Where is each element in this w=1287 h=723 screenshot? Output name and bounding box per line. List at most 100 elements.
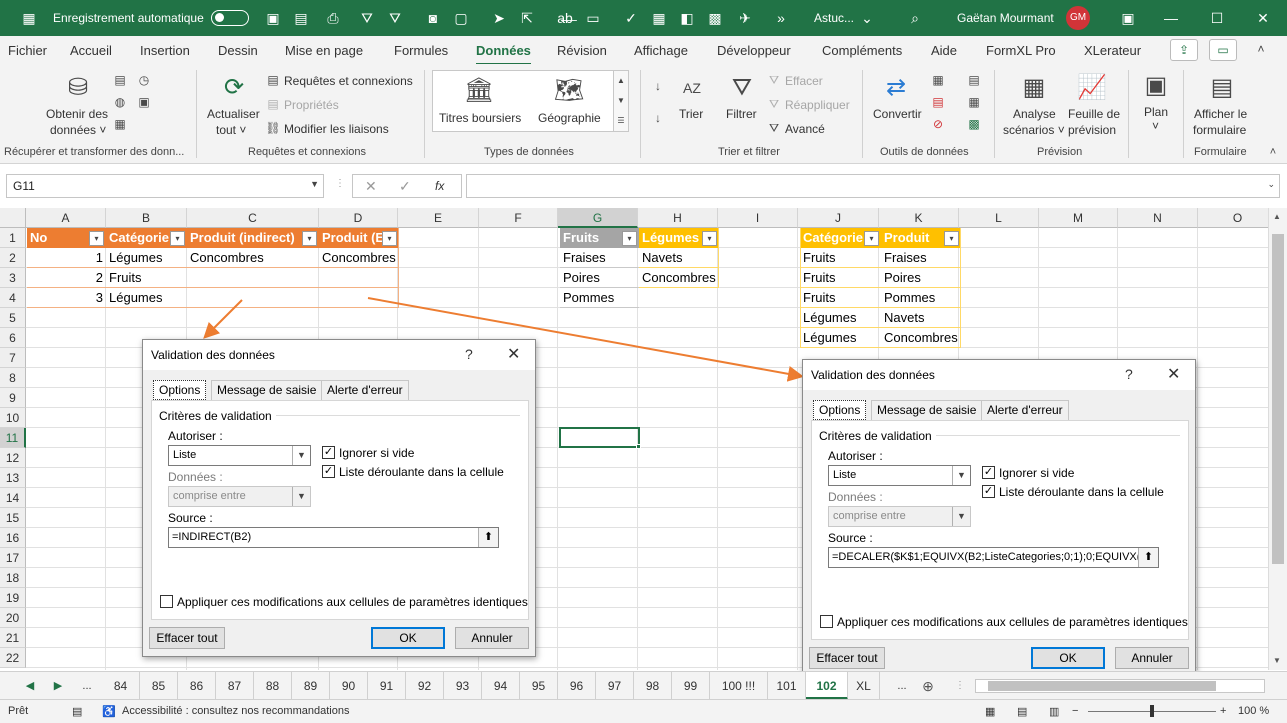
user-name[interactable]: Gaëtan Mourmant — [957, 11, 1054, 25]
autosave-toggle[interactable] — [211, 10, 249, 26]
cancel-button[interactable]: Annuler — [455, 627, 529, 649]
sheet-tab-96[interactable]: 96 — [558, 672, 596, 700]
checkerboard-icon[interactable]: ▩ — [706, 9, 724, 27]
borders-icon[interactable]: ▭ — [584, 9, 602, 27]
show-form-button-2[interactable]: formulaire — [1193, 123, 1246, 137]
consolidate-icon[interactable]: ▤ — [966, 72, 982, 88]
insert-function-icon[interactable]: fx — [435, 179, 444, 193]
tab-alerte-erreur[interactable]: Alerte d'erreur — [981, 400, 1069, 420]
allow-select[interactable]: Liste ▼ — [828, 465, 971, 486]
source-input[interactable]: =DECALER($K$1;EQUIVX(B2;ListeCategories;… — [828, 547, 1159, 568]
title-dropdown-icon[interactable]: ⌄ — [858, 9, 876, 27]
geography-button[interactable]: Géographie — [538, 111, 601, 125]
search-icon[interactable]: ⌕ — [906, 9, 924, 27]
sheet-tab-92[interactable]: 92 — [406, 672, 444, 700]
recent-sources-icon[interactable]: ◷ — [136, 72, 152, 88]
text-to-columns-icon[interactable]: ⇄ — [880, 72, 912, 104]
sheet-tab-90[interactable]: 90 — [330, 672, 368, 700]
save-icon[interactable]: ▣ — [264, 9, 282, 27]
page-layout-icon[interactable]: ▤ — [1017, 705, 1027, 718]
zoom-slider-thumb[interactable] — [1150, 705, 1154, 717]
refresh-all-label-2[interactable]: tout ˅ — [216, 123, 246, 137]
name-box[interactable]: G11 ▼ — [6, 174, 324, 198]
relationships-icon[interactable]: ▦ — [966, 94, 982, 110]
collapse-dialog-icon[interactable]: ⬆ — [478, 528, 498, 547]
forecast-button[interactable]: Feuille de — [1068, 107, 1120, 121]
sort-az-icon[interactable]: ↓ — [650, 78, 666, 94]
database-icon[interactable]: ⛁ — [62, 72, 94, 104]
horizontal-scrollbar[interactable] — [975, 679, 1265, 693]
avatar[interactable]: GM — [1066, 6, 1090, 30]
tab-fichier[interactable]: Fichier — [8, 43, 47, 58]
minimize-button[interactable]: — — [1148, 0, 1194, 36]
dialog-titlebar[interactable]: Validation des données ? ✕ — [143, 340, 535, 370]
from-web-icon[interactable]: ◍ — [112, 94, 128, 110]
zoom-level[interactable]: 100 % — [1238, 705, 1269, 717]
advanced-button[interactable]: Avancé — [785, 122, 825, 136]
sheet-tab-91[interactable]: 91 — [368, 672, 406, 700]
in-cell-dropdown-checkbox[interactable]: ✓ — [322, 465, 335, 478]
what-if-button-2[interactable]: scénarios ˅ — [1003, 123, 1065, 137]
sheet-tab-88[interactable]: 88 — [254, 672, 292, 700]
page-break-icon[interactable]: ▥ — [1049, 705, 1059, 718]
tab-options[interactable]: Options — [813, 400, 867, 420]
sheet-tab-89[interactable]: 89 — [292, 672, 330, 700]
chevron-down-icon[interactable]: ▼ — [292, 446, 310, 465]
camera-icon[interactable]: ◙ — [424, 9, 442, 27]
formula-input[interactable]: ⌄ — [466, 174, 1280, 198]
outline-button[interactable]: Plan — [1144, 105, 1168, 119]
tab-donnees[interactable]: Données — [476, 43, 531, 66]
zoom-out-icon[interactable]: − — [1072, 705, 1078, 717]
tab-complements[interactable]: Compléments — [822, 43, 902, 58]
close-icon[interactable]: ✕ — [1167, 364, 1180, 384]
outline-arrow[interactable]: ˅ — [1152, 119, 1159, 133]
apply-all-checkbox[interactable] — [160, 595, 173, 608]
close-button[interactable]: ✕ — [1240, 0, 1286, 36]
convert-button[interactable]: Convertir — [873, 107, 922, 121]
table-icon[interactable]: ▦ — [650, 9, 668, 27]
sheet-ellipsis-left[interactable]: ... — [76, 672, 98, 700]
screenshot-icon[interactable]: ▢ — [452, 9, 470, 27]
share-icon[interactable]: ⇪ — [1170, 39, 1198, 61]
scroll-up-icon[interactable]: ▲ — [1273, 212, 1281, 221]
advanced-filter-icon[interactable]: ⛛ — [766, 120, 782, 136]
chevron-down-icon[interactable]: ▼ — [952, 466, 970, 485]
sheet-tab-xl[interactable]: XL — [848, 672, 880, 700]
forecast-button-2[interactable]: prévision — [1068, 123, 1116, 137]
vertical-scrollbar[interactable]: ▲ ▼ — [1268, 208, 1287, 670]
what-if-icon[interactable]: ▦ — [1018, 72, 1050, 104]
in-cell-dropdown-checkbox[interactable]: ✓ — [982, 485, 995, 498]
clear-all-button[interactable]: Effacer tout — [149, 627, 225, 649]
sort-button[interactable]: Trier — [679, 107, 703, 121]
save-as-icon[interactable]: ▤ — [292, 9, 310, 27]
queries-connections-button[interactable]: Requêtes et connexions — [284, 74, 413, 88]
show-form-button[interactable]: Afficher le — [1194, 107, 1247, 121]
sheet-tab-87[interactable]: 87 — [216, 672, 254, 700]
tab-aide[interactable]: Aide — [931, 43, 957, 58]
bird-icon[interactable]: ✈ — [736, 9, 754, 27]
sheet-tab-95[interactable]: 95 — [520, 672, 558, 700]
form-icon[interactable]: ▤ — [1206, 72, 1238, 104]
tab-affichage[interactable]: Affichage — [634, 43, 688, 58]
ok-button[interactable]: OK — [1031, 647, 1105, 669]
tab-message-de-saisie[interactable]: Message de saisie — [211, 380, 323, 400]
help-icon[interactable]: ? — [1125, 366, 1133, 382]
select-objects-icon[interactable]: ⇱ — [518, 9, 536, 27]
from-text-icon[interactable]: ▤ — [112, 72, 128, 88]
sheet-tab-98[interactable]: 98 — [634, 672, 672, 700]
collapse-dialog-icon[interactable]: ⬆ — [1138, 548, 1158, 567]
tab-insertion[interactable]: Insertion — [140, 43, 190, 58]
funnel-icon[interactable]: ⛛ — [726, 72, 758, 104]
accessibility-icon[interactable]: ♿ — [102, 705, 116, 718]
filter-icon[interactable]: ⛛ — [358, 9, 376, 27]
allow-select[interactable]: Liste ▼ — [168, 445, 311, 466]
edit-links-button[interactable]: Modifier les liaisons — [284, 122, 389, 136]
apply-all-checkbox[interactable] — [820, 615, 833, 628]
expand-formula-icon[interactable]: ⌄ — [1267, 179, 1275, 190]
freeze-icon[interactable]: ◧ — [678, 9, 696, 27]
tab-message-de-saisie[interactable]: Message de saisie — [871, 400, 983, 420]
remove-duplicates-icon[interactable]: ▤ — [930, 94, 946, 110]
ok-button[interactable]: OK — [371, 627, 445, 649]
tab-xlerateur[interactable]: XLerateur — [1084, 43, 1141, 58]
resize-handle-icon[interactable]: ⋮ — [335, 178, 345, 189]
